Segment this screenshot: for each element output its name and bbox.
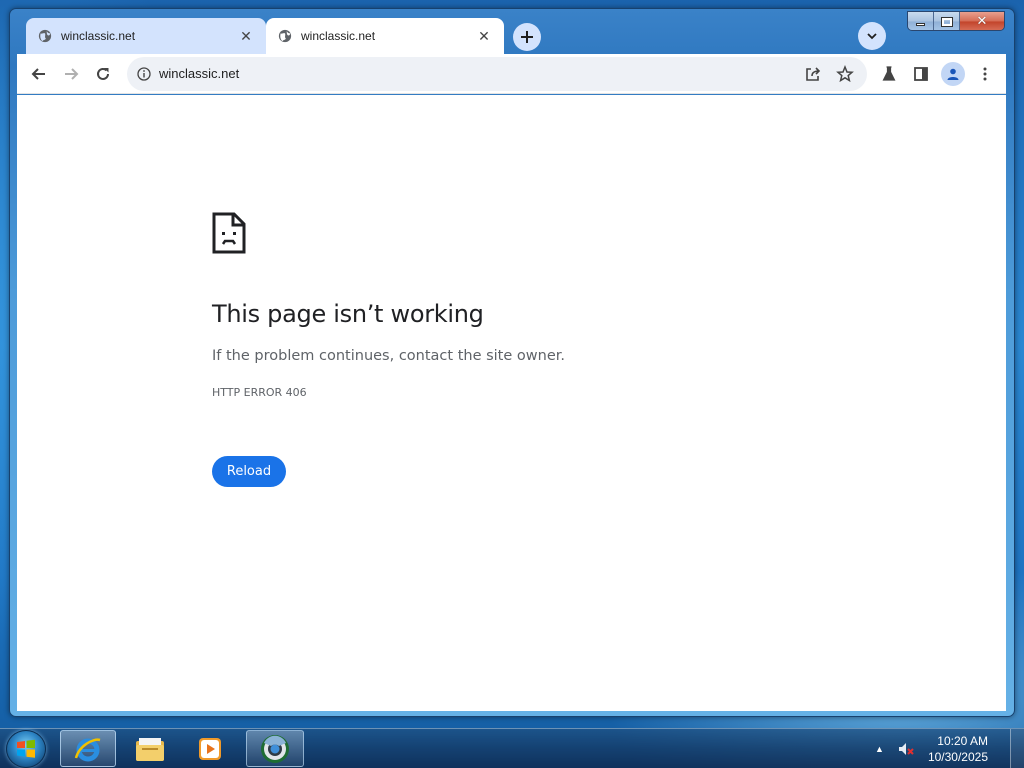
omnibox-actions: [797, 58, 861, 90]
clock[interactable]: 10:20 AM 10/30/2025: [928, 733, 988, 765]
profile-avatar-button[interactable]: [941, 61, 965, 86]
tab-title: winclassic.net: [61, 29, 136, 43]
flask-icon: [882, 65, 896, 81]
show-desktop-button[interactable]: [1010, 729, 1024, 768]
bookmark-button[interactable]: [829, 58, 861, 90]
side-panel-button[interactable]: [905, 58, 937, 90]
internet-explorer-icon: [74, 737, 101, 761]
windows-logo-icon: [17, 739, 35, 758]
url-text: winclassic.net: [159, 66, 240, 81]
taskbar: ▲ 10:20 AM 10/30/2025: [0, 728, 1024, 768]
tab-close-icon[interactable]: ✕: [476, 28, 492, 44]
taskbar-media-player[interactable]: [182, 730, 238, 767]
reload-toolbar-button[interactable]: [87, 58, 119, 90]
clock-time: 10:20 AM: [937, 734, 988, 748]
error-description: If the problem continues, contact the si…: [212, 348, 565, 364]
address-bar[interactable]: winclassic.net: [127, 56, 867, 91]
sad-page-icon: [212, 212, 246, 254]
globe-icon: [38, 29, 52, 43]
error-title: This page isn’t working: [212, 300, 484, 328]
forward-button[interactable]: [55, 58, 87, 90]
start-button[interactable]: [6, 730, 46, 768]
info-icon: [137, 66, 151, 81]
taskbar-chrome[interactable]: [246, 730, 304, 767]
tab-search-button[interactable]: [858, 22, 886, 50]
side-panel-icon: [914, 66, 928, 81]
arrow-right-icon: [65, 67, 79, 80]
star-icon: [836, 64, 854, 82]
file-explorer-icon: [136, 737, 164, 761]
person-icon: [947, 68, 959, 80]
refresh-icon: [97, 67, 109, 80]
chevron-down-icon: [867, 33, 877, 40]
share-icon: [806, 66, 821, 81]
tab-active[interactable]: winclassic.net ✕: [266, 18, 504, 54]
clock-date: 10/30/2025: [927, 750, 988, 764]
system-tray: ▲ 10:20 AM 10/30/2025: [875, 729, 1024, 768]
tab-inactive[interactable]: winclassic.net ✕: [26, 18, 266, 54]
arrow-left-icon: [31, 67, 45, 80]
back-button[interactable]: [23, 58, 55, 90]
tab-strip: winclassic.net ✕ winclassic.net ✕: [16, 18, 1006, 54]
browser-toolbar: winclassic.net: [17, 54, 1006, 94]
menu-button[interactable]: [969, 58, 1001, 90]
tab-close-icon[interactable]: ✕: [238, 28, 254, 44]
plus-icon: [521, 31, 533, 43]
chrome-icon: [261, 734, 289, 763]
page-content: This page isn’t working If the problem c…: [17, 95, 1006, 711]
taskbar-internet-explorer[interactable]: [60, 730, 116, 767]
share-button[interactable]: [797, 58, 829, 90]
labs-button[interactable]: [873, 58, 905, 90]
more-vert-icon: [983, 67, 987, 80]
new-tab-button[interactable]: [513, 23, 541, 51]
error-code: HTTP ERROR 406: [212, 386, 307, 399]
show-hidden-icons-button[interactable]: ▲: [875, 744, 884, 754]
globe-icon: [278, 29, 292, 43]
volume-muted-icon[interactable]: [898, 741, 914, 757]
taskbar-file-explorer[interactable]: [122, 730, 178, 767]
reload-button[interactable]: Reload: [212, 456, 286, 487]
media-player-icon: [199, 737, 221, 760]
tab-title: winclassic.net: [301, 29, 376, 43]
